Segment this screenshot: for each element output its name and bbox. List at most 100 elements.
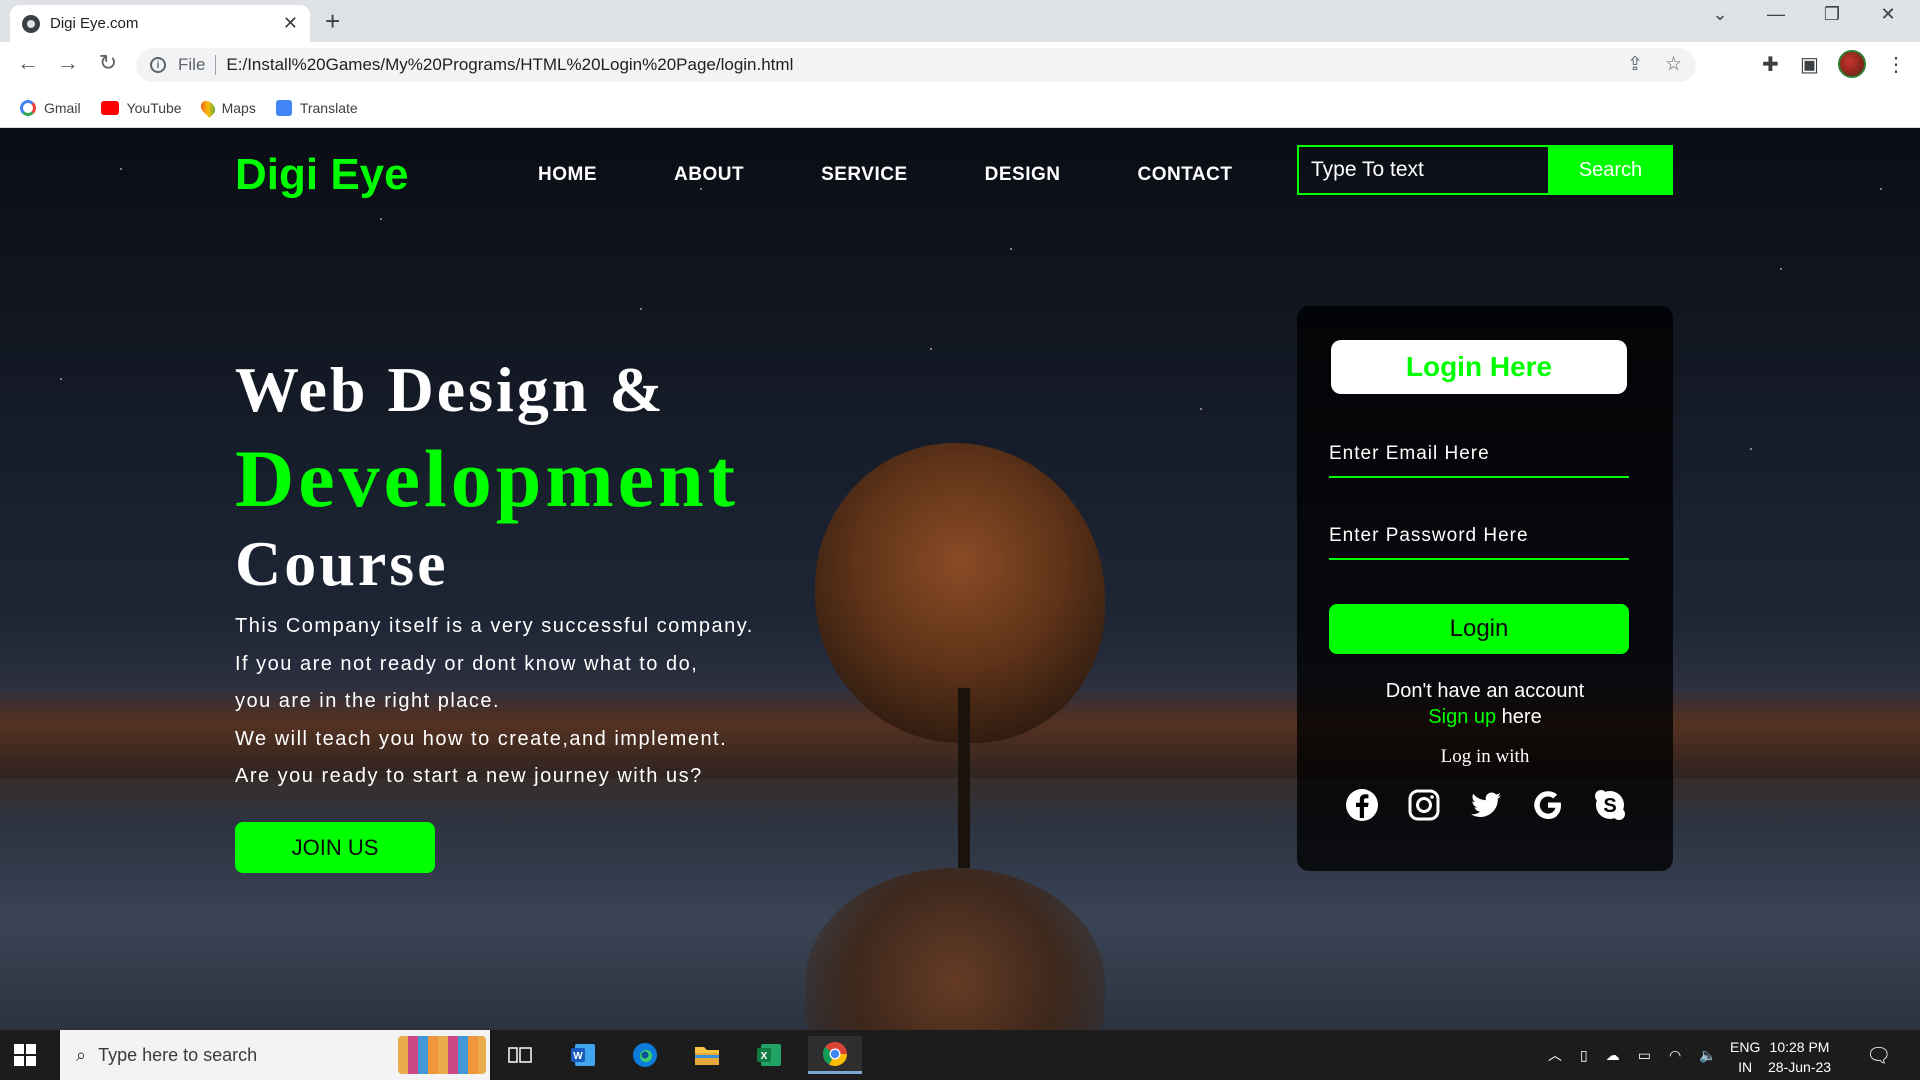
menu-kebab-icon[interactable]: ⋮ xyxy=(1886,52,1906,77)
edge-icon[interactable] xyxy=(625,1036,665,1074)
clock-time: 10:28 PM xyxy=(1769,1039,1830,1055)
clock-date: 28-Jun-23 xyxy=(1768,1059,1832,1075)
svg-text:X: X xyxy=(761,1051,768,1062)
omnibox-url[interactable]: E:/Install%20Games/My%20Programs/HTML%20… xyxy=(226,55,793,75)
login-button[interactable]: Login xyxy=(1329,604,1629,654)
site-info-icon[interactable]: i xyxy=(150,57,166,73)
onedrive-icon[interactable]: ☁ xyxy=(1606,1047,1620,1064)
bookmark-label: Maps xyxy=(221,99,256,116)
taskbar: ⌕ Type here to search W X ︿ ▯ ☁ ▭ ◠ 🔈 EN… xyxy=(0,1030,1920,1080)
side-panel-icon[interactable]: ▣ xyxy=(1800,52,1819,77)
lang-line1: ENG xyxy=(1730,1039,1761,1055)
signup-link[interactable]: Sign up xyxy=(1428,706,1496,728)
hero-heading-line1: Web Design & xyxy=(235,354,666,425)
minimize-icon[interactable]: — xyxy=(1756,4,1796,25)
nav-design[interactable]: DESIGN xyxy=(985,164,1061,186)
chrome-icon[interactable] xyxy=(808,1036,862,1074)
login-card: Login Here Login Don't have an account S… xyxy=(1297,306,1673,871)
nav-service[interactable]: SERVICE xyxy=(821,164,908,186)
skype-icon[interactable]: S xyxy=(1593,788,1627,822)
site-search: Search xyxy=(1297,145,1673,195)
site-logo[interactable]: Digi Eye xyxy=(235,150,409,200)
word-icon[interactable]: W xyxy=(563,1036,603,1074)
youtube-icon xyxy=(100,100,119,115)
login-title: Login Here xyxy=(1331,340,1627,394)
language-indicator[interactable]: ENG IN xyxy=(1730,1037,1760,1077)
hero-text-line: Are you ready to start a new journey wit… xyxy=(235,765,703,787)
task-view-icon[interactable] xyxy=(500,1036,540,1074)
bookmark-maps[interactable]: Maps xyxy=(197,97,256,118)
google-icon[interactable] xyxy=(1531,788,1565,822)
bookmark-label: YouTube xyxy=(126,99,182,116)
join-us-button[interactable]: JOIN US xyxy=(235,822,435,873)
file-explorer-icon[interactable] xyxy=(687,1036,727,1074)
search-input[interactable] xyxy=(1297,145,1548,195)
email-field[interactable] xyxy=(1329,432,1629,478)
forward-icon[interactable]: → xyxy=(52,50,84,76)
hero-text-line: This Company itself is a very successful… xyxy=(235,615,754,637)
site-nav: HOME ABOUT SERVICE DESIGN CONTACT xyxy=(538,164,1309,186)
taskbar-search-placeholder: Type here to search xyxy=(98,1044,258,1065)
bookmark-label: Gmail xyxy=(44,99,81,116)
browser-toolbar: ← → ↻ i File E:/Install%20Games/My%20Pro… xyxy=(0,42,1920,88)
tree-trunk xyxy=(958,688,970,868)
profile-avatar[interactable] xyxy=(1838,50,1866,78)
hero-paragraph: This Company itself is a very successful… xyxy=(235,608,754,796)
search-button[interactable]: Search xyxy=(1548,145,1673,195)
bookmark-label: Translate xyxy=(299,99,358,116)
twitter-icon[interactable] xyxy=(1469,788,1503,822)
restore-icon[interactable]: ❐ xyxy=(1812,4,1852,25)
search-icon: ⌕ xyxy=(76,1044,87,1065)
google-icon xyxy=(20,99,36,116)
bookmark-youtube[interactable]: YouTube xyxy=(100,99,182,116)
search-highlight-image xyxy=(398,1036,486,1074)
new-tab-icon[interactable]: + xyxy=(325,6,340,37)
tree-reflection xyxy=(805,868,1105,1030)
lang-line2: IN xyxy=(1738,1059,1753,1075)
address-bar[interactable]: i File E:/Install%20Games/My%20Programs/… xyxy=(136,48,1696,82)
social-login-icons: S xyxy=(1345,788,1627,822)
tab-close-icon[interactable]: ✕ xyxy=(283,13,298,34)
tab-favicon-icon xyxy=(22,14,40,33)
volume-icon[interactable]: 🔈 xyxy=(1699,1047,1716,1064)
share-icon[interactable]: ⇪ xyxy=(1627,53,1643,76)
password-field[interactable] xyxy=(1329,514,1629,560)
meet-now-icon[interactable]: ▯ xyxy=(1580,1047,1588,1064)
svg-text:W: W xyxy=(573,1051,583,1062)
notifications-icon[interactable]: 🗨 xyxy=(1866,1030,1891,1080)
hero-text-line: you are in the right place. xyxy=(235,690,501,712)
signup-line: Sign up here xyxy=(1297,706,1673,729)
close-window-icon[interactable]: ✕ xyxy=(1868,4,1908,25)
start-button[interactable] xyxy=(14,1044,36,1066)
bookmarks-bar: Gmail YouTube Maps Translate xyxy=(0,88,1920,128)
omnibox-file-label: File xyxy=(178,55,217,75)
instagram-icon[interactable] xyxy=(1407,788,1441,822)
show-hidden-icons-icon[interactable]: ︿ xyxy=(1548,1045,1562,1065)
excel-icon[interactable]: X xyxy=(749,1036,789,1074)
browser-tabstrip: Digi Eye.com ✕ + ⌄ — ❐ ✕ xyxy=(0,0,1920,42)
hero-heading-line3: Course xyxy=(235,528,449,599)
webpage: Digi Eye HOME ABOUT SERVICE DESIGN CONTA… xyxy=(0,128,1920,1030)
system-tray: ︿ ▯ ☁ ▭ ◠ 🔈 xyxy=(1548,1030,1717,1080)
facebook-icon[interactable] xyxy=(1345,788,1379,822)
nav-contact[interactable]: CONTACT xyxy=(1138,164,1233,186)
hero: Web Design & Development Course This Com… xyxy=(235,358,754,796)
nav-home[interactable]: HOME xyxy=(538,164,597,186)
svg-text:S: S xyxy=(1603,795,1616,817)
wifi-icon[interactable]: ◠ xyxy=(1669,1047,1681,1064)
nav-about[interactable]: ABOUT xyxy=(674,164,744,186)
hero-heading-line2: Development xyxy=(235,433,740,524)
signup-suffix: here xyxy=(1496,706,1542,728)
bookmark-star-icon[interactable]: ☆ xyxy=(1665,53,1682,76)
tab-search-chevron-icon[interactable]: ⌄ xyxy=(1700,4,1740,25)
no-account-text: Don't have an account xyxy=(1385,680,1585,702)
extensions-icon[interactable]: ✚ xyxy=(1762,52,1779,77)
clock[interactable]: 10:28 PM 28-Jun-23 xyxy=(1768,1037,1831,1077)
reload-icon[interactable]: ↻ xyxy=(92,50,124,76)
battery-icon[interactable]: ▭ xyxy=(1638,1047,1651,1064)
back-icon[interactable]: ← xyxy=(12,50,44,76)
browser-tab[interactable]: Digi Eye.com ✕ xyxy=(10,5,310,42)
taskbar-search[interactable]: ⌕ Type here to search xyxy=(60,1030,490,1080)
bookmark-translate[interactable]: Translate xyxy=(275,99,358,116)
bookmark-gmail[interactable]: Gmail xyxy=(20,99,81,116)
